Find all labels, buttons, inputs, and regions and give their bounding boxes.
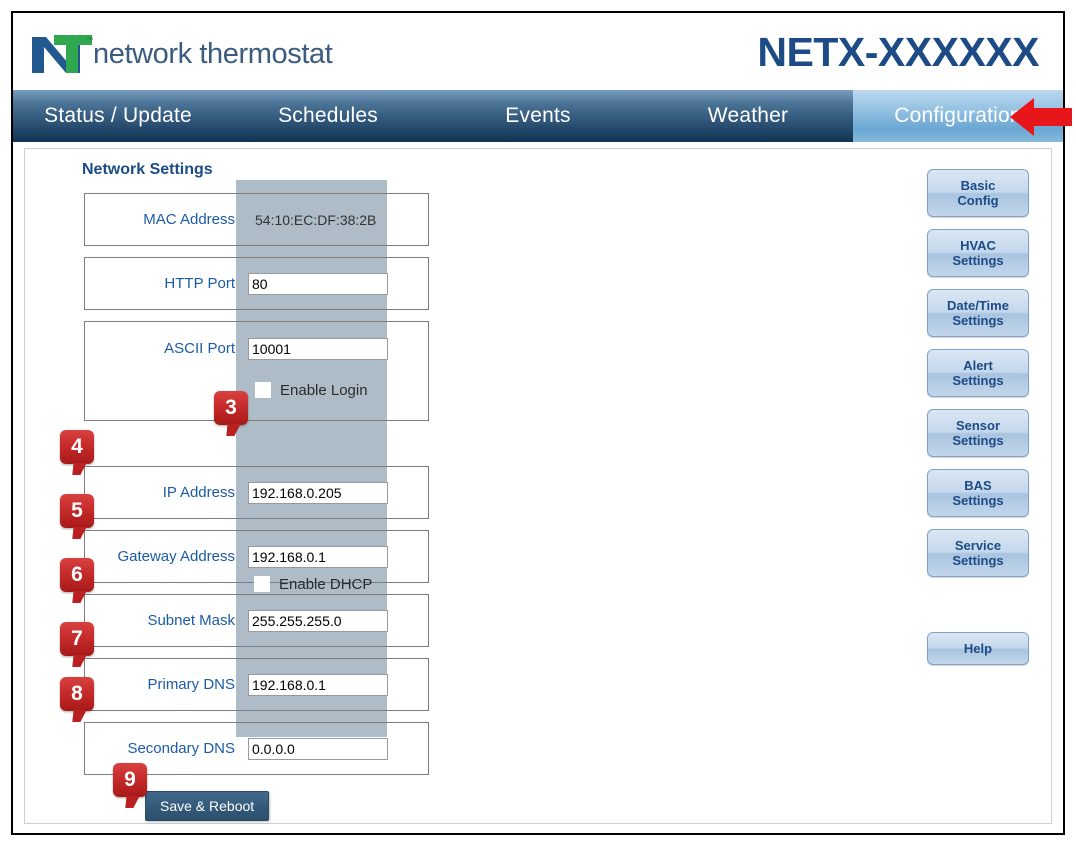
subnet-mask-input[interactable]	[248, 609, 388, 632]
field-primary-dns	[248, 658, 428, 711]
sidebar-label-line2: Config	[957, 193, 999, 208]
tab-status-update[interactable]: Status / Update	[13, 90, 223, 142]
sidebar-label-line2: Settings	[952, 253, 1004, 268]
page-header: ™ network thermostat NETX-XXXXXX	[13, 13, 1063, 90]
enable-login-control[interactable]: Enable Login	[248, 375, 428, 405]
primary-dns-input[interactable]	[248, 673, 388, 696]
tab-weather[interactable]: Weather	[643, 90, 853, 142]
label-subnet-mask: Subnet Mask	[147, 612, 235, 629]
trademark-symbol: ™	[86, 37, 93, 44]
brand-logo: ™ network thermostat	[30, 30, 333, 78]
field-http-port	[248, 257, 428, 310]
sidebar-item-help[interactable]: Help	[927, 632, 1029, 665]
main-navigation: Status / Update Schedules Events Weather…	[13, 90, 1063, 142]
row-mac-address: MAC Address 54:10:EC:DF:38:2B	[84, 193, 429, 246]
section-title: Network Settings	[82, 161, 213, 178]
enable-dhcp-checkbox[interactable]	[254, 576, 270, 592]
callout-badge-4: 4	[60, 430, 94, 464]
settings-sidebar: Basic Config HVAC Settings Date/Time Set…	[927, 169, 1029, 677]
brand-name: network thermostat	[93, 37, 333, 70]
dhcp-spacer	[84, 432, 429, 466]
gateway-address-input[interactable]	[248, 545, 388, 568]
nt-logo-icon: ™	[30, 33, 93, 75]
label-ascii-port: ASCII Port	[164, 340, 235, 357]
sidebar-label-line1: Date/Time	[947, 298, 1009, 313]
secondary-dns-input[interactable]	[248, 737, 388, 760]
sidebar-item-service-settings[interactable]: Service Settings	[927, 529, 1029, 577]
tab-events[interactable]: Events	[433, 90, 643, 142]
sidebar-item-alert-settings[interactable]: Alert Settings	[927, 349, 1029, 397]
callout-badge-5: 5	[60, 494, 94, 528]
field-secondary-dns	[248, 722, 428, 775]
label-secondary-dns: Secondary DNS	[127, 740, 235, 757]
sidebar-label-line1: HVAC	[960, 238, 996, 253]
label-http-port: HTTP Port	[164, 275, 235, 292]
row-subnet-mask: Subnet Mask	[84, 594, 429, 647]
callout-badge-8: 8	[60, 677, 94, 711]
field-mac-address: 54:10:EC:DF:38:2B	[248, 193, 428, 246]
label-primary-dns: Primary DNS	[147, 676, 235, 693]
sidebar-item-basic-config[interactable]: Basic Config	[927, 169, 1029, 217]
device-model-title: NETX-XXXXXX	[757, 29, 1039, 75]
sidebar-label-line2: Settings	[952, 433, 1004, 448]
content-panel: Network Settings MAC Address 54:10:EC:DF…	[24, 148, 1052, 824]
annotation-arrow-icon	[1010, 94, 1072, 140]
sidebar-label-line1: Sensor	[955, 418, 1001, 433]
sidebar-label-line1: Basic	[960, 178, 996, 193]
field-subnet-mask	[248, 594, 428, 647]
enable-login-checkbox[interactable]	[255, 382, 271, 398]
sidebar-label-line2: Settings	[952, 493, 1004, 508]
row-ip-address: IP Address	[84, 466, 429, 519]
callout-badge-9: 9	[113, 763, 147, 797]
sidebar-item-datetime-settings[interactable]: Date/Time Settings	[927, 289, 1029, 337]
sidebar-label-line1: Service	[954, 538, 1002, 553]
sidebar-label-line2: Settings	[952, 373, 1004, 388]
enable-dhcp-label: Enable DHCP	[279, 575, 373, 593]
network-settings-form: MAC Address 54:10:EC:DF:38:2B HTTP Port …	[84, 193, 429, 786]
ascii-port-input[interactable]	[248, 337, 388, 360]
screenshot-root: ™ network thermostat NETX-XXXXXX Status …	[0, 0, 1076, 846]
field-ascii-port	[248, 322, 428, 375]
sidebar-label-line1: Alert	[963, 358, 993, 373]
row-http-port: HTTP Port	[84, 257, 429, 310]
value-mac-address: 54:10:EC:DF:38:2B	[255, 211, 377, 228]
callout-badge-3: 3	[214, 391, 248, 425]
sidebar-label-line1: BAS	[964, 478, 992, 493]
field-ip-address	[248, 466, 428, 519]
row-primary-dns: Primary DNS	[84, 658, 429, 711]
callout-badge-6: 6	[60, 558, 94, 592]
sidebar-item-sensor-settings[interactable]: Sensor Settings	[927, 409, 1029, 457]
save-and-reboot-button[interactable]: Save & Reboot	[145, 791, 270, 821]
sidebar-label-line2: Settings	[952, 553, 1004, 568]
callout-badge-7: 7	[60, 622, 94, 656]
label-mac-address: MAC Address	[143, 211, 235, 228]
enable-login-label: Enable Login	[280, 381, 368, 399]
label-ip-address: IP Address	[162, 484, 235, 501]
sidebar-item-bas-settings[interactable]: BAS Settings	[927, 469, 1029, 517]
row-ascii-port: ASCII Port Enable Login	[84, 321, 429, 421]
sidebar-label-line2: Settings	[952, 313, 1004, 328]
tab-schedules[interactable]: Schedules	[223, 90, 433, 142]
ip-address-input[interactable]	[248, 481, 388, 504]
http-port-input[interactable]	[248, 272, 388, 295]
sidebar-item-hvac-settings[interactable]: HVAC Settings	[927, 229, 1029, 277]
enable-dhcp-control[interactable]: Enable DHCP	[84, 569, 429, 599]
